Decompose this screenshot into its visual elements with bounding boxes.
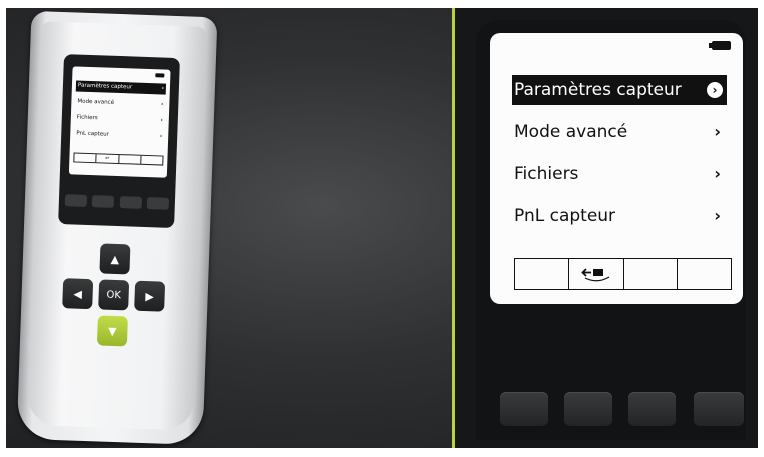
chevron-right-icon: › [159, 133, 163, 140]
dpad-ok-button[interactable]: OK [98, 279, 130, 311]
device-menu-item[interactable]: Fichiers › [75, 112, 165, 126]
chevron-right-icon: › [714, 164, 721, 183]
device-softkey[interactable]: ↩ [96, 154, 120, 164]
softkey-3[interactable] [624, 259, 678, 289]
ok-label: OK [106, 289, 122, 301]
softkey-1[interactable] [515, 259, 570, 289]
device-menu-label: Fichiers [76, 114, 98, 122]
device-menu-item[interactable]: Paramètres capteur › [75, 80, 167, 95]
chevron-right-icon: › [714, 122, 721, 141]
arrow-up-icon: ▲ [110, 252, 120, 266]
hardware-key-2[interactable] [564, 392, 612, 426]
battery-icon [709, 41, 731, 50]
arrow-right-icon: ▶ [145, 289, 155, 303]
device-menu-label: PnL capteur [76, 130, 110, 138]
device-hardware-key[interactable] [119, 196, 142, 209]
chevron-right-icon: › [160, 101, 164, 108]
chevron-circle-icon: › [707, 82, 723, 98]
hardware-key-3[interactable] [628, 392, 676, 426]
menu-item-label: Mode avancé [514, 122, 628, 142]
arrow-left-icon: ◀ [73, 287, 83, 301]
back-icon: ↩ [105, 155, 110, 162]
menu-item-label: Fichiers [514, 164, 579, 184]
hardware-key-1[interactable] [500, 392, 548, 426]
menu-item-mode-avance[interactable]: Mode avancé › [512, 117, 727, 147]
arrow-down-icon: ▼ [107, 324, 117, 338]
device-body: Paramètres capteur › Mode avancé › Fichier… [27, 21, 208, 431]
dpad-right-button[interactable]: ▶ [134, 280, 166, 312]
device-softkey[interactable] [74, 153, 97, 163]
chevron-circle-icon: › [161, 85, 164, 92]
menu-item-label: PnL capteur [514, 206, 616, 226]
device-hardware-key[interactable] [64, 194, 88, 207]
menu-item-label: Paramètres capteur [514, 80, 682, 100]
dpad-up-button[interactable]: ▲ [99, 243, 131, 275]
chevron-right-icon: › [160, 117, 163, 124]
menu-item-fichiers[interactable]: Fichiers › [512, 159, 727, 189]
device-hardware-key[interactable] [92, 195, 115, 208]
hardware-key-4[interactable] [694, 392, 744, 426]
dpad-down-button[interactable]: ▼ [96, 315, 128, 347]
softkey-4[interactable] [678, 259, 731, 289]
device-display: Paramètres capteur › Mode avancé › Fichier… [68, 66, 171, 178]
menu-item-pnl-capteur[interactable]: PnL capteur › [512, 201, 727, 231]
device-softkey-bar: ↩ [73, 152, 164, 166]
device-screen-frame: Paramètres capteur › Mode avancé › Fichier… [58, 54, 180, 228]
device-softkey[interactable] [118, 155, 142, 164]
screen-display: Paramètres capteur › Mode avancé › Fichi… [490, 33, 743, 304]
device-menu-item[interactable]: PnL capteur › [74, 128, 164, 142]
device-softkey[interactable] [141, 156, 163, 165]
handheld-device: Paramètres capteur › Mode avancé › Fichier… [16, 10, 218, 446]
device-menu-item[interactable]: Mode avancé › [75, 96, 165, 110]
softkey-back[interactable] [569, 259, 624, 289]
chevron-right-icon: › [714, 206, 721, 225]
device-menu-label: Mode avancé [77, 98, 115, 106]
device-hardware-keys [64, 194, 170, 212]
device-battery-icon [155, 73, 165, 78]
device-hardware-key[interactable] [146, 197, 170, 210]
menu-item-parametres-capteur[interactable]: Paramètres capteur › [512, 75, 727, 105]
back-icon [581, 268, 610, 282]
softkey-bar [514, 258, 732, 290]
dpad-left-button[interactable]: ◀ [62, 278, 94, 310]
device-menu-label: Paramètres capteur [77, 82, 133, 91]
